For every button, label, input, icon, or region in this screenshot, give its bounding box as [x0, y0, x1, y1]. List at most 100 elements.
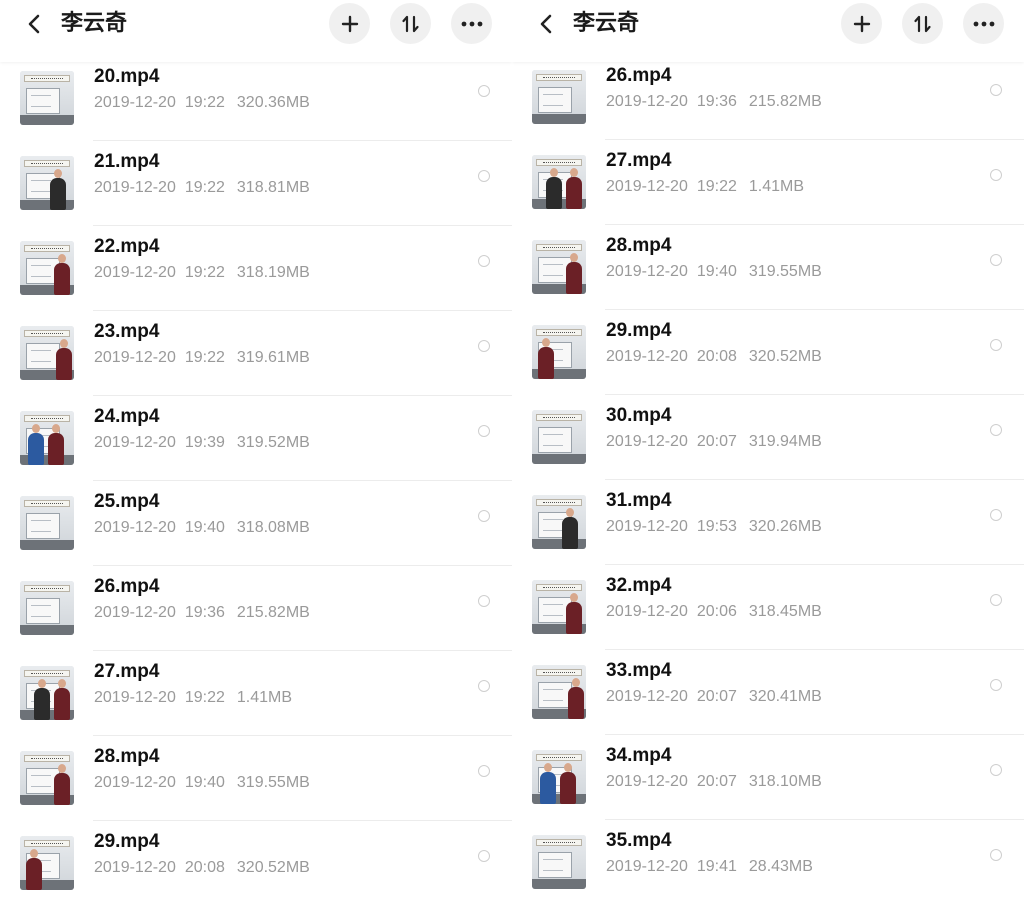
file-size: 215.82MB	[236, 604, 310, 621]
thumbnail-person	[54, 254, 70, 295]
file-name: 35.mp4	[606, 830, 672, 851]
file-meta: 2019-12-20 20:07 318.10MB	[606, 772, 822, 792]
file-size: 318.45MB	[748, 603, 822, 620]
thumbnail-person	[54, 679, 70, 720]
video-thumbnail	[20, 836, 74, 890]
select-checkbox[interactable]	[478, 170, 490, 182]
file-time: 20:08	[696, 348, 737, 365]
video-thumbnail	[20, 411, 74, 465]
file-name: 24.mp4	[94, 406, 160, 427]
page-title: 李云奇	[61, 11, 128, 36]
file-size: 320.52MB	[236, 859, 310, 876]
select-checkbox[interactable]	[478, 425, 490, 437]
file-row[interactable]: 30.mp4 2019-12-20 20:07 319.94MB	[512, 395, 1024, 480]
file-row[interactable]: 23.mp4 2019-12-20 19:22 319.61MB	[0, 311, 512, 396]
file-time: 19:22	[184, 349, 225, 366]
select-checkbox[interactable]	[990, 254, 1002, 266]
file-size: 320.52MB	[748, 348, 822, 365]
file-meta: 2019-12-20 19:36 215.82MB	[94, 603, 310, 623]
file-row[interactable]: 27.mp4 2019-12-20 19:22 1.41MB	[0, 651, 512, 736]
file-row[interactable]: 33.mp4 2019-12-20 20:07 320.41MB	[512, 650, 1024, 735]
thumbnail-person	[568, 678, 584, 719]
select-checkbox[interactable]	[990, 424, 1002, 436]
file-name: 26.mp4	[606, 65, 672, 86]
file-time: 19:39	[184, 434, 225, 451]
file-name: 21.mp4	[94, 151, 160, 172]
file-size: 318.08MB	[236, 519, 310, 536]
file-row[interactable]: 21.mp4 2019-12-20 19:22 318.81MB	[0, 141, 512, 226]
file-row[interactable]: 22.mp4 2019-12-20 19:22 318.19MB	[0, 226, 512, 311]
file-time: 19:40	[696, 263, 737, 280]
select-checkbox[interactable]	[990, 509, 1002, 521]
select-checkbox[interactable]	[478, 765, 490, 777]
video-thumbnail	[20, 581, 74, 635]
file-date: 2019-12-20	[94, 519, 176, 536]
back-button[interactable]	[534, 11, 560, 37]
select-checkbox[interactable]	[478, 340, 490, 352]
video-thumbnail	[532, 495, 586, 549]
file-row[interactable]: 27.mp4 2019-12-20 19:22 1.41MB	[512, 140, 1024, 225]
select-checkbox[interactable]	[478, 85, 490, 97]
file-date: 2019-12-20	[94, 774, 176, 791]
file-row[interactable]: 32.mp4 2019-12-20 20:06 318.45MB	[512, 565, 1024, 650]
select-checkbox[interactable]	[990, 679, 1002, 691]
select-checkbox[interactable]	[990, 594, 1002, 606]
file-date: 2019-12-20	[606, 348, 688, 365]
select-checkbox[interactable]	[478, 510, 490, 522]
sort-button[interactable]	[390, 3, 431, 44]
select-checkbox[interactable]	[478, 595, 490, 607]
select-checkbox[interactable]	[990, 849, 1002, 861]
file-size: 320.26MB	[748, 518, 822, 535]
thumbnail-person	[54, 764, 70, 805]
file-meta: 2019-12-20 20:08 320.52MB	[94, 858, 310, 878]
file-date: 2019-12-20	[94, 604, 176, 621]
file-date: 2019-12-20	[94, 859, 176, 876]
file-name: 28.mp4	[94, 746, 160, 767]
sort-button[interactable]	[902, 3, 943, 44]
add-button[interactable]	[841, 3, 882, 44]
thumbnail-person	[50, 169, 66, 210]
add-button[interactable]	[329, 3, 370, 44]
file-size: 320.41MB	[748, 688, 822, 705]
file-row[interactable]: 31.mp4 2019-12-20 19:53 320.26MB	[512, 480, 1024, 565]
file-name: 22.mp4	[94, 236, 160, 257]
file-row[interactable]: 28.mp4 2019-12-20 19:40 319.55MB	[0, 736, 512, 821]
video-thumbnail	[532, 580, 586, 634]
file-row[interactable]: 29.mp4 2019-12-20 20:08 320.52MB	[0, 821, 512, 899]
file-row[interactable]: 29.mp4 2019-12-20 20:08 320.52MB	[512, 310, 1024, 395]
sort-icon	[913, 14, 933, 34]
file-row[interactable]: 26.mp4 2019-12-20 19:36 215.82MB	[0, 566, 512, 651]
file-row[interactable]: 28.mp4 2019-12-20 19:40 319.55MB	[512, 225, 1024, 310]
select-checkbox[interactable]	[990, 764, 1002, 776]
file-date: 2019-12-20	[606, 858, 688, 875]
select-checkbox[interactable]	[990, 169, 1002, 181]
select-checkbox[interactable]	[478, 255, 490, 267]
file-name: 20.mp4	[94, 66, 160, 87]
thumbnail-person	[538, 338, 554, 379]
file-size: 319.55MB	[236, 774, 310, 791]
select-checkbox[interactable]	[990, 84, 1002, 96]
top-bar: 李云奇	[512, 0, 1024, 62]
file-date: 2019-12-20	[94, 94, 176, 111]
back-button[interactable]	[22, 11, 48, 37]
file-row[interactable]: 35.mp4 2019-12-20 19:41 28.43MB	[512, 820, 1024, 899]
more-button[interactable]	[963, 3, 1004, 44]
thumbnail-person	[56, 339, 72, 380]
file-row[interactable]: 34.mp4 2019-12-20 20:07 318.10MB	[512, 735, 1024, 820]
file-row[interactable]: 26.mp4 2019-12-20 19:36 215.82MB	[512, 55, 1024, 140]
file-meta: 2019-12-20 19:39 319.52MB	[94, 433, 310, 453]
file-time: 19:40	[184, 774, 225, 791]
thumbnail-person	[566, 253, 582, 294]
thumbnail-person	[26, 849, 42, 890]
select-checkbox[interactable]	[478, 680, 490, 692]
select-checkbox[interactable]	[478, 850, 490, 862]
chevron-left-icon	[534, 11, 560, 37]
file-date: 2019-12-20	[94, 349, 176, 366]
more-button[interactable]	[451, 3, 492, 44]
file-row[interactable]: 20.mp4 2019-12-20 19:22 320.36MB	[0, 56, 512, 141]
file-row[interactable]: 25.mp4 2019-12-20 19:40 318.08MB	[0, 481, 512, 566]
file-meta: 2019-12-20 19:22 1.41MB	[94, 688, 292, 708]
select-checkbox[interactable]	[990, 339, 1002, 351]
more-dots-icon	[973, 21, 995, 27]
file-row[interactable]: 24.mp4 2019-12-20 19:39 319.52MB	[0, 396, 512, 481]
